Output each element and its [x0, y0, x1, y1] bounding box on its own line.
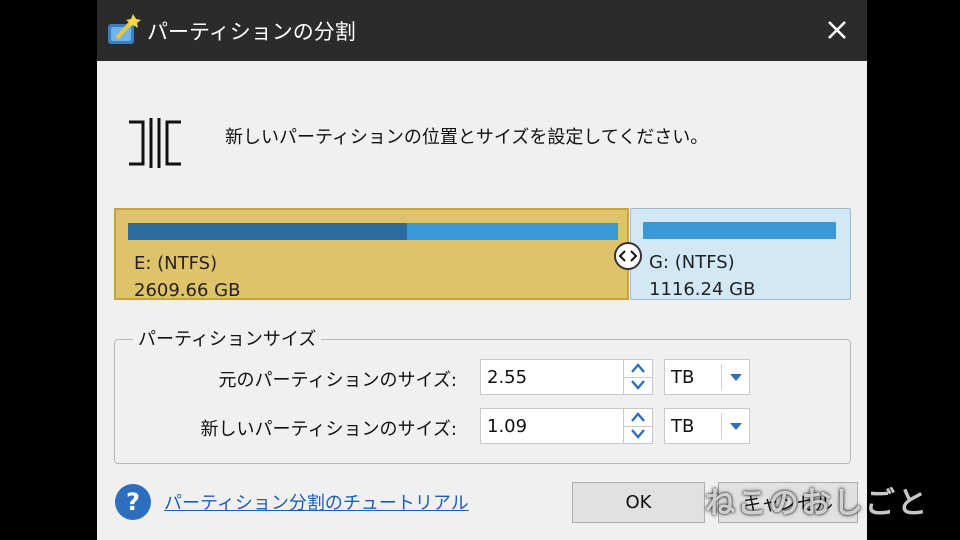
- chevron-up-icon: [631, 412, 645, 422]
- original-size-unit-select[interactable]: TB: [664, 359, 750, 395]
- new-size-unit-select[interactable]: TB: [664, 408, 750, 444]
- close-button[interactable]: [817, 10, 857, 50]
- close-icon: [828, 21, 846, 39]
- partition-g-size: 1116.24 GB: [649, 279, 756, 300]
- partition-e-name: E: (NTFS): [134, 253, 218, 274]
- new-size-decrement[interactable]: [624, 426, 652, 443]
- new-size-input[interactable]: [480, 408, 625, 444]
- tutorial-link[interactable]: パーティション分割のチュートリアル: [164, 489, 469, 515]
- dialog-content: 新しいパーティションの位置とサイズを設定してください。 E: (NTFS) 26…: [97, 61, 867, 540]
- dialog-title: パーティションの分割: [147, 20, 356, 44]
- split-partition-icon: [129, 118, 181, 168]
- question-icon[interactable]: ?: [115, 484, 151, 520]
- new-size-unit: TB: [671, 416, 695, 437]
- new-size-label: 新しいパーティションのサイズ:: [200, 419, 457, 440]
- partition-g-name: G: (NTFS): [649, 252, 735, 273]
- partition-e-label: E: (NTFS) 2609.66 GB: [134, 250, 240, 304]
- partition-g-usage-bar: [643, 222, 836, 239]
- chevron-up-icon: [631, 363, 645, 373]
- dropdown-arrow-icon: [730, 423, 742, 430]
- partition-wizard-icon: [108, 14, 141, 44]
- original-size-stepper[interactable]: [623, 359, 653, 395]
- dropdown-arrow-icon: [730, 374, 742, 381]
- title-bar: パーティションの分割: [97, 0, 867, 61]
- split-partition-dialog: パーティションの分割 新しいパーティションの位置とサイズを設定してください。 E…: [97, 0, 867, 540]
- partition-g-label: G: (NTFS) 1116.24 GB: [649, 249, 755, 303]
- partition-e-block[interactable]: E: (NTFS) 2609.66 GB: [114, 208, 629, 301]
- partition-e-usage-bar: [128, 223, 618, 240]
- resize-handle[interactable]: [614, 242, 642, 270]
- original-size-decrement[interactable]: [624, 377, 652, 394]
- chevron-down-icon: [631, 429, 645, 439]
- original-size-label: 元のパーティションのサイズ:: [218, 370, 457, 391]
- instruction-text: 新しいパーティションの位置とサイズを設定してください。: [225, 127, 709, 148]
- new-size-stepper[interactable]: [623, 408, 653, 444]
- double-arrow-icon: [619, 250, 637, 262]
- new-size-increment[interactable]: [624, 409, 652, 427]
- partition-size-group-title: パーティションサイズ: [133, 325, 322, 351]
- ok-button[interactable]: OK: [572, 482, 705, 523]
- original-size-input[interactable]: [480, 359, 625, 395]
- partition-g-block[interactable]: G: (NTFS) 1116.24 GB: [630, 208, 851, 300]
- partition-e-size: 2609.66 GB: [134, 280, 241, 301]
- unit-separator: [721, 413, 722, 439]
- chevron-down-icon: [631, 380, 645, 390]
- original-size-unit: TB: [671, 367, 695, 388]
- unit-separator: [721, 364, 722, 390]
- partition-e-used-fill: [128, 223, 408, 240]
- original-size-increment[interactable]: [624, 360, 652, 378]
- partition-size-group: [114, 339, 851, 464]
- watermark-text: ねこのおしごと: [705, 486, 929, 521]
